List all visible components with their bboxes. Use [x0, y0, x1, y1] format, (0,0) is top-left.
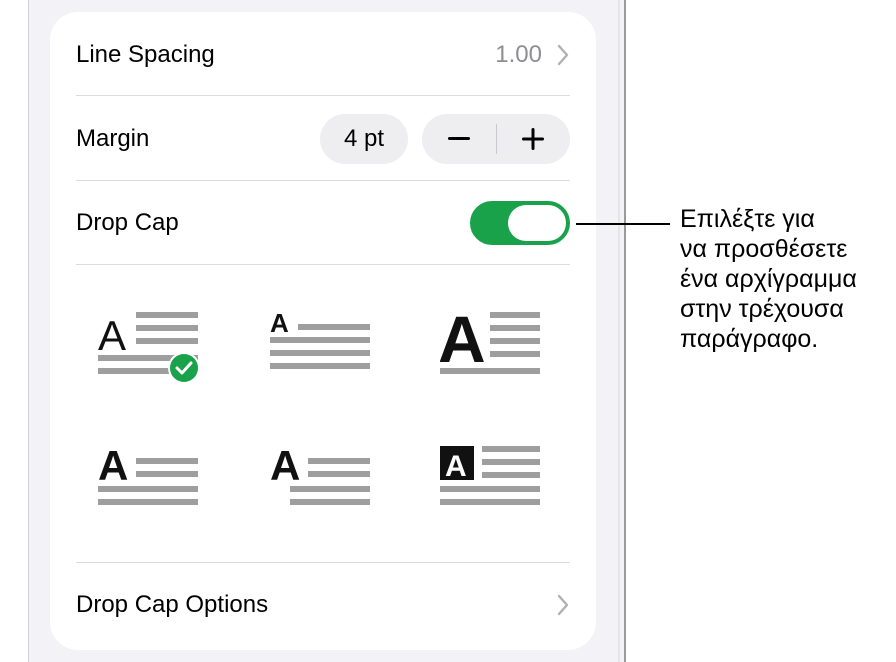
drop-cap-toggle[interactable]	[470, 201, 570, 245]
callout-line-5: παράγραφο.	[680, 325, 819, 353]
drop-cap-style-2[interactable]: A	[270, 308, 390, 400]
divider	[76, 95, 570, 96]
drop-cap-options-row[interactable]: Drop Cap Options	[76, 582, 570, 628]
drop-cap-style-3[interactable]: A	[438, 302, 560, 400]
chevron-right-icon	[557, 44, 569, 66]
line-spacing-value: 1.00	[495, 41, 542, 68]
drop-cap-style-grid: A A A A A A	[76, 302, 570, 532]
callout-line-2: να προσθέσετε	[680, 235, 848, 263]
toggle-knob	[508, 205, 566, 241]
drop-cap-style-3-icon: A	[438, 302, 540, 376]
margin-stepper	[422, 114, 570, 164]
drop-cap-style-1[interactable]: A	[98, 310, 218, 400]
svg-text:A: A	[440, 310, 486, 376]
drop-cap-style-5[interactable]: A	[270, 442, 390, 534]
margin-controls: 4 pt	[320, 114, 570, 164]
sidebar-edge-shadow	[618, 0, 620, 662]
drop-cap-style-6-icon: A	[440, 446, 540, 505]
drop-cap-style-4[interactable]: A	[98, 442, 218, 534]
plus-icon	[522, 128, 545, 150]
drop-cap-style-1-icon: A	[98, 312, 200, 384]
svg-text:A: A	[445, 450, 467, 483]
callout-line-1: Επιλέξτε για	[680, 205, 815, 233]
line-spacing-row[interactable]: Line Spacing 1.00	[76, 32, 570, 78]
margin-value-field[interactable]: 4 pt	[320, 114, 408, 164]
divider	[76, 180, 570, 181]
line-spacing-label: Line Spacing	[76, 41, 215, 68]
margin-decrement-button[interactable]	[422, 114, 496, 164]
drop-cap-row: Drop Cap	[76, 200, 570, 246]
svg-text:A: A	[270, 310, 289, 338]
margin-label: Margin	[76, 125, 150, 152]
margin-row: Margin 4 pt	[76, 114, 570, 164]
drop-cap-label: Drop Cap	[76, 209, 179, 236]
callout-line-3: ένα αρχίγραμμα	[680, 265, 857, 293]
minus-icon	[447, 137, 470, 140]
svg-text:A: A	[98, 444, 128, 489]
svg-text:A: A	[98, 312, 126, 359]
callout-line-4: στην τρέχουσα	[680, 295, 844, 323]
sidebar-edge-right	[624, 0, 626, 662]
drop-cap-style-4-icon: A	[98, 442, 198, 505]
margin-increment-button[interactable]	[497, 114, 571, 164]
paragraph-settings-card: Line Spacing 1.00 Margin 4 pt Drop Cap A…	[50, 12, 596, 650]
chevron-right-icon	[557, 594, 569, 616]
drop-cap-options-label: Drop Cap Options	[76, 591, 269, 618]
drop-cap-style-5-icon: A	[270, 442, 370, 505]
line-spacing-value-group: 1.00	[495, 41, 570, 69]
svg-text:A: A	[270, 444, 300, 489]
divider	[76, 264, 570, 265]
sidebar-edge-left	[28, 0, 29, 662]
drop-cap-style-2-icon: A	[270, 308, 370, 369]
drop-cap-style-6[interactable]: A	[440, 444, 560, 534]
divider	[76, 562, 570, 563]
callout-text: Επιλέξτε για να προσθέσετε ένα αρχίγραμμ…	[680, 204, 890, 354]
callout-leader-line	[576, 223, 670, 225]
